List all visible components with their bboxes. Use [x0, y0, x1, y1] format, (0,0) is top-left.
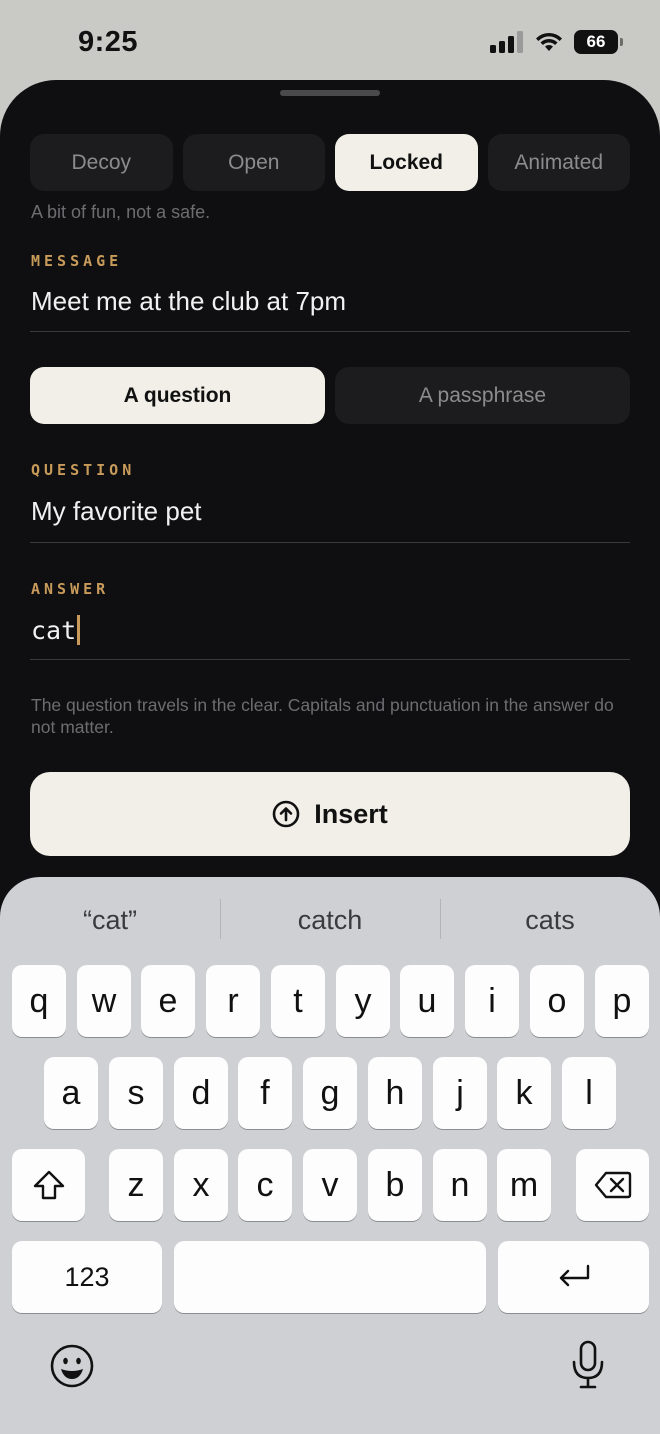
- key-e[interactable]: e: [141, 965, 195, 1037]
- help-text: The question travels in the clear. Capit…: [31, 695, 614, 737]
- shift-icon: [33, 1170, 64, 1200]
- microphone-icon: [572, 1340, 604, 1389]
- status-bar: 9:25 66: [0, 0, 660, 80]
- key-u[interactable]: u: [400, 965, 454, 1037]
- key-z[interactable]: z: [109, 1149, 163, 1221]
- key-d[interactable]: d: [174, 1057, 228, 1129]
- key-i[interactable]: i: [465, 965, 519, 1037]
- lock-type-segmented-control: A question A passphrase: [30, 367, 630, 424]
- signal-icon: [490, 31, 523, 53]
- suggestion-item[interactable]: “cat”: [0, 877, 220, 963]
- suggestion-item[interactable]: catch: [220, 877, 440, 963]
- battery-icon: 66: [574, 30, 623, 54]
- key-w[interactable]: w: [77, 965, 131, 1037]
- insert-button[interactable]: Insert: [30, 772, 630, 856]
- mode-segmented-control: Decoy Open Locked Animated: [30, 134, 630, 191]
- key-t[interactable]: t: [271, 965, 325, 1037]
- key-o[interactable]: o: [530, 965, 584, 1037]
- question-field[interactable]: My favorite pet: [31, 496, 202, 527]
- return-key[interactable]: [498, 1241, 649, 1313]
- key-a[interactable]: a: [44, 1057, 98, 1129]
- keyboard: “cat” catch cats q w e r t y u i o p a s…: [0, 877, 660, 1434]
- key-s[interactable]: s: [109, 1057, 163, 1129]
- text-caret: [77, 615, 81, 645]
- backspace-icon: [594, 1171, 631, 1199]
- key-x[interactable]: x: [174, 1149, 228, 1221]
- battery-level: 66: [586, 32, 606, 51]
- numbers-key[interactable]: 123: [12, 1241, 162, 1313]
- return-icon: [559, 1264, 589, 1287]
- emoji-button[interactable]: [48, 1342, 96, 1390]
- insert-label: Insert: [314, 798, 388, 829]
- space-key[interactable]: [174, 1241, 486, 1313]
- question-label: QUESTION: [31, 461, 136, 479]
- key-c[interactable]: c: [238, 1149, 292, 1221]
- key-j[interactable]: j: [433, 1057, 487, 1129]
- status-time: 9:25: [78, 26, 139, 58]
- key-f[interactable]: f: [238, 1057, 292, 1129]
- message-divider: [30, 331, 630, 332]
- key-k[interactable]: k: [497, 1057, 551, 1129]
- answer-divider: [30, 659, 630, 660]
- message-label: MESSAGE: [31, 252, 123, 270]
- emoji-icon: [50, 1344, 94, 1388]
- lock-type-question[interactable]: A question: [30, 367, 325, 424]
- key-y[interactable]: y: [336, 965, 390, 1037]
- mode-animated[interactable]: Animated: [487, 134, 630, 191]
- dictation-button[interactable]: [566, 1337, 610, 1393]
- key-r[interactable]: r: [206, 965, 260, 1037]
- key-l[interactable]: l: [562, 1057, 616, 1129]
- key-n[interactable]: n: [433, 1149, 487, 1221]
- arrow-up-circle-icon: [272, 800, 300, 828]
- sheet-grabber[interactable]: [280, 90, 380, 96]
- mode-decoy[interactable]: Decoy: [30, 134, 173, 191]
- answer-field[interactable]: cat: [31, 615, 81, 645]
- message-field[interactable]: Meet me at the club at 7pm: [31, 286, 346, 317]
- status-icons: 66: [490, 30, 623, 54]
- mode-hint: A bit of fun, not a safe.: [31, 202, 211, 222]
- key-h[interactable]: h: [368, 1057, 422, 1129]
- answer-label: ANSWER: [31, 580, 110, 598]
- shift-key[interactable]: [12, 1149, 85, 1221]
- key-b[interactable]: b: [368, 1149, 422, 1221]
- key-v[interactable]: v: [303, 1149, 357, 1221]
- key-q[interactable]: q: [12, 965, 66, 1037]
- question-divider: [30, 542, 630, 543]
- suggestion-item[interactable]: cats: [440, 877, 660, 963]
- key-m[interactable]: m: [497, 1149, 551, 1221]
- key-g[interactable]: g: [303, 1057, 357, 1129]
- key-p[interactable]: p: [595, 965, 649, 1037]
- delete-key[interactable]: [576, 1149, 649, 1221]
- wifi-icon: [536, 32, 562, 51]
- suggestion-bar: “cat” catch cats: [0, 877, 660, 963]
- mode-open[interactable]: Open: [182, 134, 325, 191]
- lock-type-passphrase[interactable]: A passphrase: [335, 367, 630, 424]
- answer-value: cat: [31, 615, 77, 645]
- mode-locked[interactable]: Locked: [335, 134, 478, 191]
